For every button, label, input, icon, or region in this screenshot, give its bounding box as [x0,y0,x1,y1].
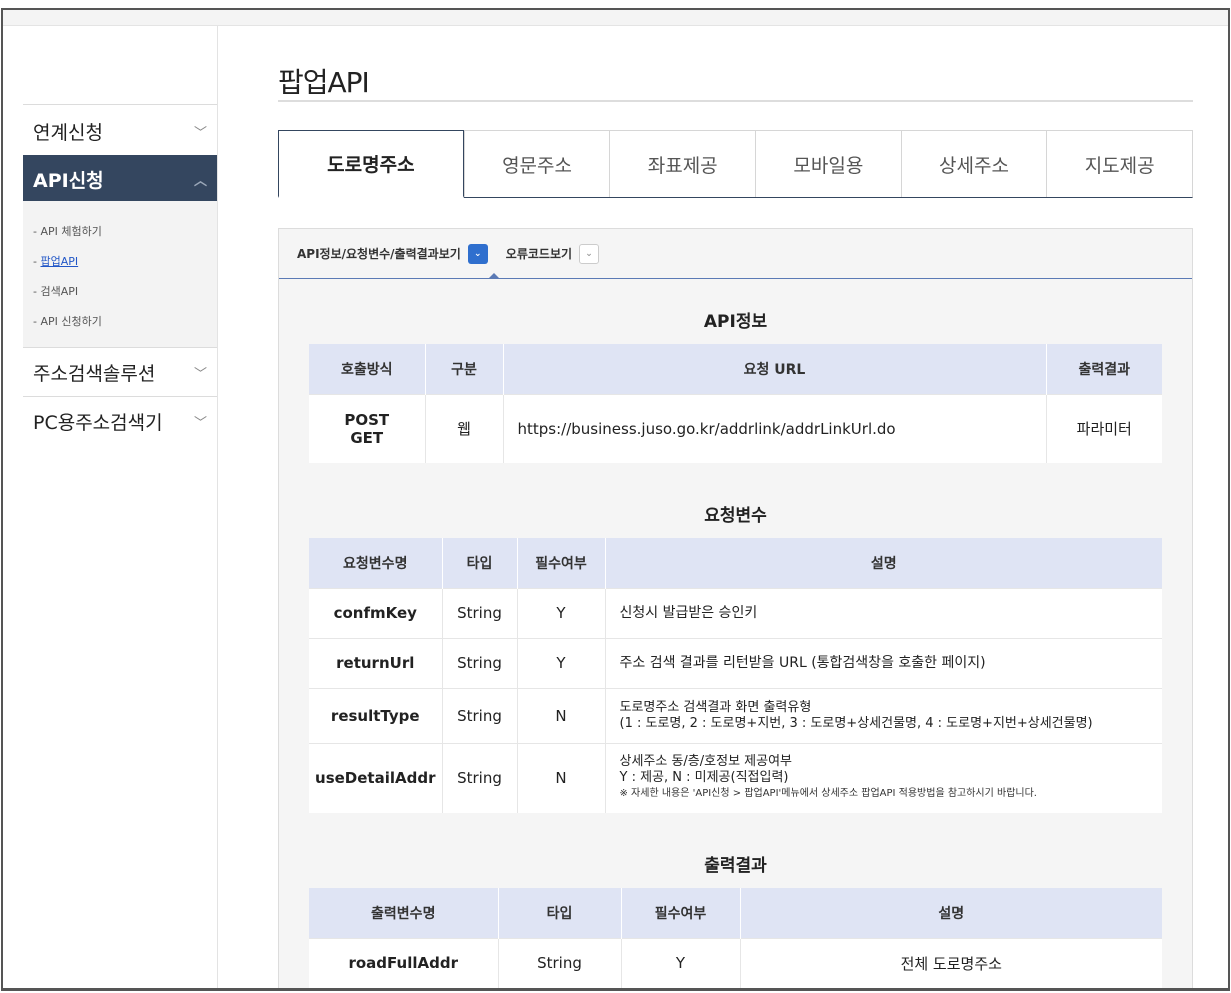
toggle-api-info[interactable]: API정보/요청변수/출력결과보기 ⌄ [297,243,488,264]
toggle-label: 오류코드보기 [505,247,573,261]
var-type-cell: String [442,637,518,688]
tab-coordinates[interactable]: 좌표제공 [609,131,755,197]
sidebar-item-pc-search[interactable]: PC용주소검색기 ﹀ [23,397,217,445]
main-content: 팝업API 도로명주소 영문주소 좌표제공 모바일용 상세주소 지도제공 API… [278,26,1193,988]
submenu-item-search-api[interactable]: - 검색API [23,277,217,307]
var-desc-cell: 상세주소 동/층/호정보 제공여부 Y : 제공, N : 미제공(직접입력) … [605,742,1162,813]
tab-road-address[interactable]: 도로명주소 [278,130,464,198]
sidebar-submenu: - API 체험하기 - 팝업API - 검색API - API 신청하기 [23,201,217,347]
sidebar-item-address-solution[interactable]: 주소검색솔루션 ﹀ [23,348,217,396]
table-row: useDetailAddr String N 상세주소 동/층/호정보 제공여부… [309,742,1162,813]
sidebar-item-api-request[interactable]: API신청 ︿ [23,155,217,203]
chevron-down-icon: ﹀ [193,366,207,382]
sidebar-divider [23,104,217,105]
column-header: 출력변수명 [309,888,499,938]
panel-body: API정보 호출방식 구분 요청 URL 출력결과 POST GET 웹 htt… [279,279,1192,988]
column-header: 호출방식 [309,344,426,394]
var-required-cell: Y [517,637,606,688]
chevron-up-icon: ︿ [193,173,207,189]
tab-english-address[interactable]: 영문주소 [463,131,610,197]
var-desc-cell: 신청시 발급받은 승인키 [605,587,1162,638]
chevron-down-icon[interactable]: ⌄ [579,243,600,264]
var-type-cell: String [442,687,518,743]
column-header: 요청 URL [503,344,1047,394]
out-type-cell: String [498,937,622,988]
sidebar-item-link-request[interactable]: 연계신청 ﹀ [23,107,217,155]
section-title-output: 출력결과 [704,856,767,876]
tab-bar: 도로명주소 영문주소 좌표제공 모바일용 상세주소 지도제공 [278,130,1193,198]
panel-header: API정보/요청변수/출력결과보기 ⌄ 오류코드보기 ⌄ [279,229,1192,279]
chevron-down-icon[interactable]: ⌄ [467,243,488,264]
column-header: 설명 [740,888,1162,938]
section-title-api-info: API정보 [703,312,768,332]
out-required-cell: Y [621,937,741,988]
output-cell: 파라미터 [1046,393,1162,463]
var-name-cell: resultType [309,687,443,743]
section-title-request-vars: 요청변수 [704,506,767,526]
column-header: 타입 [498,888,622,938]
output-table: 출력변수명 타입 필수여부 설명 roadFullAddr String Y 전… [309,888,1162,988]
tab-map[interactable]: 지도제공 [1046,131,1192,197]
page-title: 팝업API [278,66,370,99]
browser-frame: 연계신청 ﹀ API신청 ︿ - API 체험하기 - 팝업API - 검색AP… [1,8,1230,991]
var-required-cell: Y [517,587,606,638]
column-header: 필수여부 [621,888,741,938]
api-info-table: 호출방식 구분 요청 URL 출력결과 POST GET 웹 https://b… [309,344,1162,463]
table-row: returnUrl String Y 주소 검색 결과를 리턴받을 URL (통… [309,637,1162,688]
submenu-item-popup-api[interactable]: - 팝업API [23,247,217,277]
type-cell: 웹 [425,393,504,463]
column-header: 요청변수명 [309,538,443,588]
note-text: ※ 자세한 내용은 'API신청 > 팝업API'메뉴에서 상세주소 팝업API… [619,788,1037,800]
tab-mobile[interactable]: 모바일용 [755,131,901,197]
var-desc-cell: 주소 검색 결과를 리턴받을 URL (통합검색창을 호출한 페이지) [605,637,1162,688]
var-required-cell: N [517,687,606,743]
var-name-cell: confmKey [309,587,443,638]
column-header: 출력결과 [1046,344,1162,394]
column-header: 구분 [425,344,504,394]
method-cell: POST GET [309,393,426,463]
var-type-cell: String [442,587,518,638]
out-name-cell: roadFullAddr [309,937,499,988]
column-header: 필수여부 [517,538,606,588]
table-row: POST GET 웹 https://business.juso.go.kr/a… [309,393,1162,463]
var-name-cell: returnUrl [309,637,443,688]
top-strip [3,10,1228,26]
sidebar-item-label: API신청 [33,169,104,192]
out-desc-cell: 전체 도로명주소 [740,937,1162,988]
chevron-down-icon: ﹀ [193,415,207,431]
table-row: confmKey String Y 신청시 발급받은 승인키 [309,587,1162,638]
var-name-cell: useDetailAddr [309,742,443,813]
column-header: 타입 [442,538,518,588]
table-row: resultType String N 도로명주소 검색결과 화면 출력유형 (… [309,687,1162,743]
submenu-item-api-apply[interactable]: - API 신청하기 [23,307,217,337]
sidebar-item-label: 주소검색솔루션 [33,362,156,385]
chevron-down-icon: ﹀ [193,125,207,141]
var-required-cell: N [517,742,606,813]
sidebar-item-label: PC용주소검색기 [33,411,163,434]
var-type-cell: String [442,742,518,813]
table-row: roadFullAddr String Y 전체 도로명주소 [309,937,1162,988]
toggle-error-codes[interactable]: 오류코드보기 ⌄ [505,243,600,264]
sidebar-item-label: 연계신청 [33,121,103,144]
toggle-label: API정보/요청변수/출력결과보기 [297,247,461,261]
api-panel: API정보/요청변수/출력결과보기 ⌄ 오류코드보기 ⌄ API정보 호출방식 … [278,228,1193,988]
title-divider [278,100,1193,102]
column-header: 설명 [605,538,1162,588]
tab-detail-address[interactable]: 상세주소 [900,131,1047,197]
sidebar: 연계신청 ﹀ API신청 ︿ - API 체험하기 - 팝업API - 검색AP… [23,26,218,988]
url-cell: https://business.juso.go.kr/addrlink/add… [503,393,1047,463]
submenu-item-api-trial[interactable]: - API 체험하기 [23,217,217,247]
request-vars-table: 요청변수명 타입 필수여부 설명 confmKey String Y 신청시 발… [309,538,1162,813]
var-desc-cell: 도로명주소 검색결과 화면 출력유형 (1 : 도로명, 2 : 도로명+지번,… [605,687,1162,743]
